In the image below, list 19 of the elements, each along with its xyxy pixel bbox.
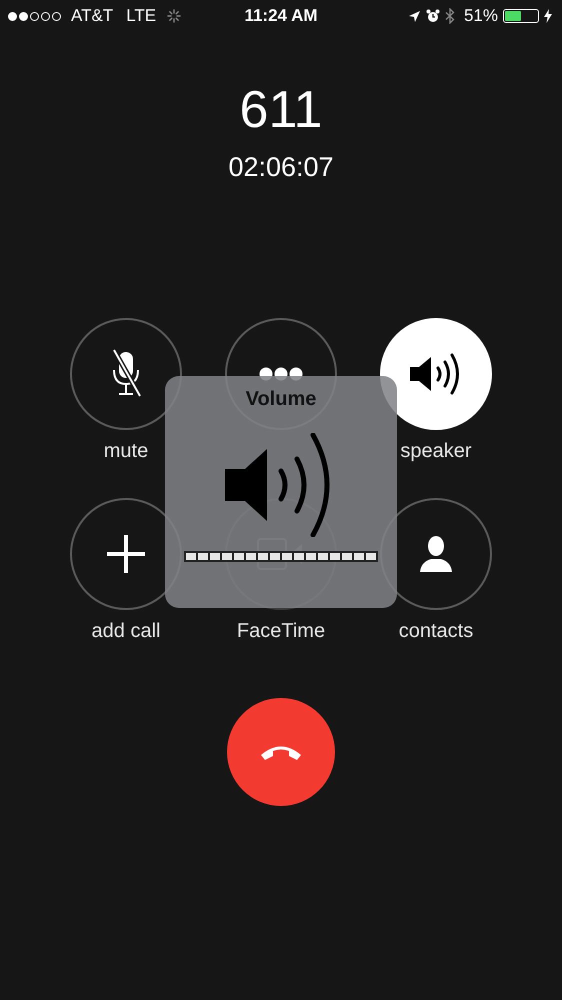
button-label: add call [92, 620, 160, 642]
alarm-clock-icon [426, 9, 440, 23]
plus-icon [105, 533, 147, 575]
bluetooth-icon [444, 8, 455, 24]
status-time: 11:24 AM [244, 6, 318, 26]
button-label: FaceTime [236, 620, 326, 642]
volume-title: Volume [246, 388, 316, 411]
call-duration: 02:06:07 [228, 152, 334, 182]
button-label: contacts [398, 620, 474, 642]
button-label: mute [104, 440, 148, 462]
carrier-name: AT&T [71, 6, 114, 26]
activity-icon [167, 9, 182, 23]
person-silhouette-icon [418, 534, 454, 574]
location-arrow-icon [408, 10, 421, 22]
battery-icon [503, 9, 539, 23]
phone-number: 611 [240, 80, 322, 140]
button-label: speaker [400, 440, 472, 462]
network-type: LTE [126, 6, 156, 26]
battery-percent: 51% [464, 6, 498, 26]
